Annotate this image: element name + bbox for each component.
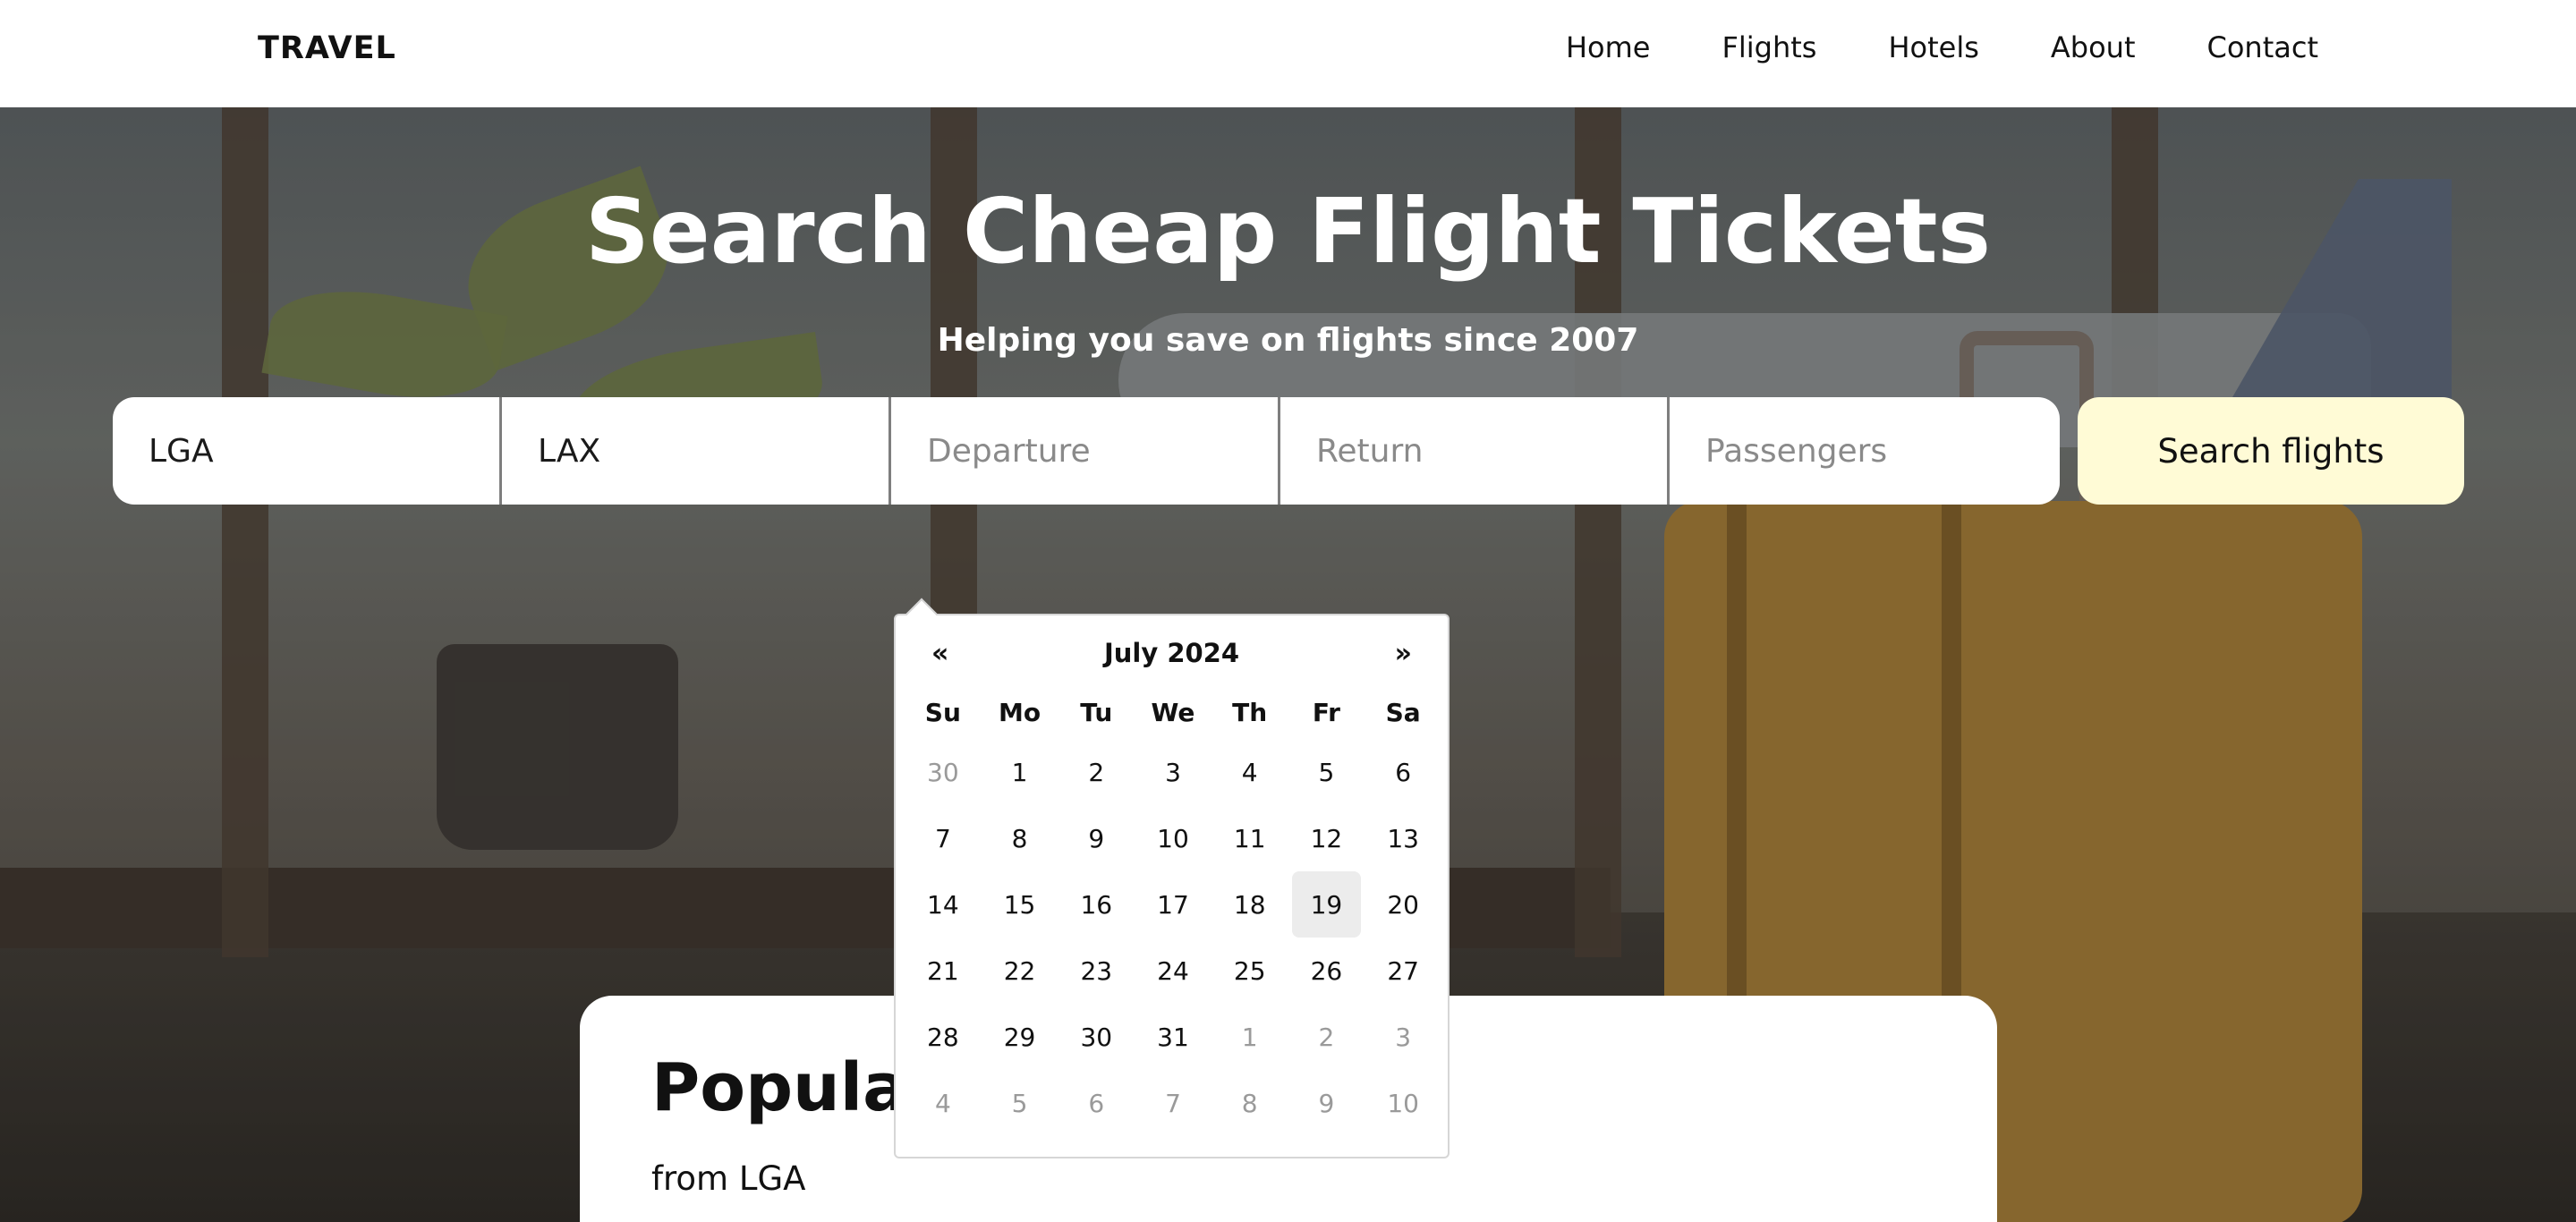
prev-month-button[interactable]: « — [931, 638, 948, 669]
passengers-field — [1670, 397, 2059, 505]
weekday-header: We — [1151, 697, 1195, 727]
calendar-day[interactable]: 3 — [1368, 1004, 1438, 1070]
to-input[interactable] — [538, 432, 888, 470]
return-input[interactable] — [1316, 432, 1667, 470]
calendar-day[interactable]: 30 — [1061, 1004, 1131, 1070]
from-input[interactable] — [149, 432, 499, 470]
return-field — [1280, 397, 1670, 505]
calendar-day[interactable]: 21 — [908, 938, 978, 1004]
logo[interactable]: TRAVEL — [258, 30, 396, 66]
calendar-day[interactable]: 28 — [908, 1004, 978, 1070]
calendar-day[interactable]: 2 — [1061, 739, 1131, 805]
calendar-day[interactable]: 2 — [1292, 1004, 1362, 1070]
calendar-day-highlighted[interactable]: 19 — [1291, 871, 1362, 938]
calendar-day[interactable]: 1 — [1215, 1004, 1285, 1070]
calendar-day[interactable]: 6 — [1368, 739, 1438, 805]
passengers-input[interactable] — [1705, 432, 2059, 470]
top-navbar: TRAVEL Home Flights Hotels About Contact — [0, 0, 2576, 107]
nav-about-link[interactable]: About — [2051, 30, 2136, 64]
from-field — [113, 397, 502, 505]
datepicker-header: « July 2024 » — [896, 626, 1448, 680]
main-nav: Home Flights Hotels About Contact — [1566, 30, 2318, 64]
calendar-day[interactable]: 27 — [1368, 938, 1438, 1004]
weekday-header: Th — [1232, 697, 1268, 727]
nav-contact-link[interactable]: Contact — [2207, 30, 2319, 64]
calendar-day[interactable]: 24 — [1138, 938, 1208, 1004]
nav-hotels-link[interactable]: Hotels — [1888, 30, 1978, 64]
calendar-day[interactable]: 4 — [1215, 739, 1285, 805]
calendar-day[interactable]: 10 — [1138, 805, 1208, 871]
weekday-header: Su — [924, 697, 961, 727]
calendar-day[interactable]: 18 — [1215, 871, 1285, 938]
weekday-header: Fr — [1312, 697, 1340, 727]
calendar-day[interactable]: 17 — [1138, 871, 1208, 938]
calendar-day[interactable]: 5 — [1292, 739, 1362, 805]
calendar-day[interactable]: 9 — [1061, 805, 1131, 871]
calendar-day[interactable]: 16 — [1061, 871, 1131, 938]
nav-home-link[interactable]: Home — [1566, 30, 1651, 64]
calendar-day[interactable]: 8 — [985, 805, 1055, 871]
calendar-day[interactable]: 26 — [1292, 938, 1362, 1004]
weekday-header: Mo — [999, 697, 1041, 727]
calendar-day[interactable]: 30 — [908, 739, 978, 805]
calendar-day[interactable]: 31 — [1138, 1004, 1208, 1070]
search-flights-button[interactable]: Search flights — [2078, 397, 2464, 505]
departure-input[interactable] — [927, 432, 1278, 470]
hero-title: Search Cheap Flight Tickets — [584, 179, 1992, 284]
calendar-day[interactable]: 9 — [1292, 1070, 1362, 1136]
calendar-day[interactable]: 14 — [908, 871, 978, 938]
calendar-day[interactable]: 13 — [1368, 805, 1438, 871]
next-month-button[interactable]: » — [1395, 638, 1412, 669]
calendar-day[interactable]: 29 — [985, 1004, 1055, 1070]
hero-subtitle: Helping you save on flights since 2007 — [937, 322, 1639, 359]
departure-field — [891, 397, 1280, 505]
departure-datepicker: « July 2024 » Su Mo Tu We Th Fr Sa 30 1 2 3 4 5 6 7 8 9 1… — [894, 598, 1450, 1158]
calendar-day[interactable]: 12 — [1292, 805, 1362, 871]
flight-search-form — [113, 397, 2060, 505]
weekday-header: Tu — [1080, 697, 1113, 727]
calendar-day[interactable]: 6 — [1061, 1070, 1131, 1136]
calendar-day[interactable]: 7 — [908, 805, 978, 871]
calendar-day[interactable]: 5 — [985, 1070, 1055, 1136]
calendar-day[interactable]: 22 — [985, 938, 1055, 1004]
calendar-day[interactable]: 23 — [1061, 938, 1131, 1004]
calendar-day[interactable]: 10 — [1368, 1070, 1438, 1136]
nav-flights-link[interactable]: Flights — [1722, 30, 1816, 64]
calendar-day[interactable]: 3 — [1138, 739, 1208, 805]
calendar-day[interactable]: 11 — [1215, 805, 1285, 871]
calendar-day[interactable]: 20 — [1368, 871, 1438, 938]
calendar-day[interactable]: 4 — [908, 1070, 978, 1136]
popular-subtitle: from LGA — [651, 1159, 806, 1198]
calendar-day[interactable]: 1 — [985, 739, 1055, 805]
to-field — [502, 397, 891, 505]
datepicker-grid: Su Mo Tu We Th Fr Sa 30 1 2 3 4 5 6 7 8 9 10 11 12 13 14 15 16 1… — [905, 685, 1441, 1136]
calendar-day[interactable]: 8 — [1215, 1070, 1285, 1136]
month-label[interactable]: July 2024 — [1104, 638, 1239, 668]
calendar-day[interactable]: 15 — [985, 871, 1055, 938]
calendar-day[interactable]: 25 — [1215, 938, 1285, 1004]
weekday-header: Sa — [1385, 697, 1421, 727]
calendar-day[interactable]: 7 — [1138, 1070, 1208, 1136]
